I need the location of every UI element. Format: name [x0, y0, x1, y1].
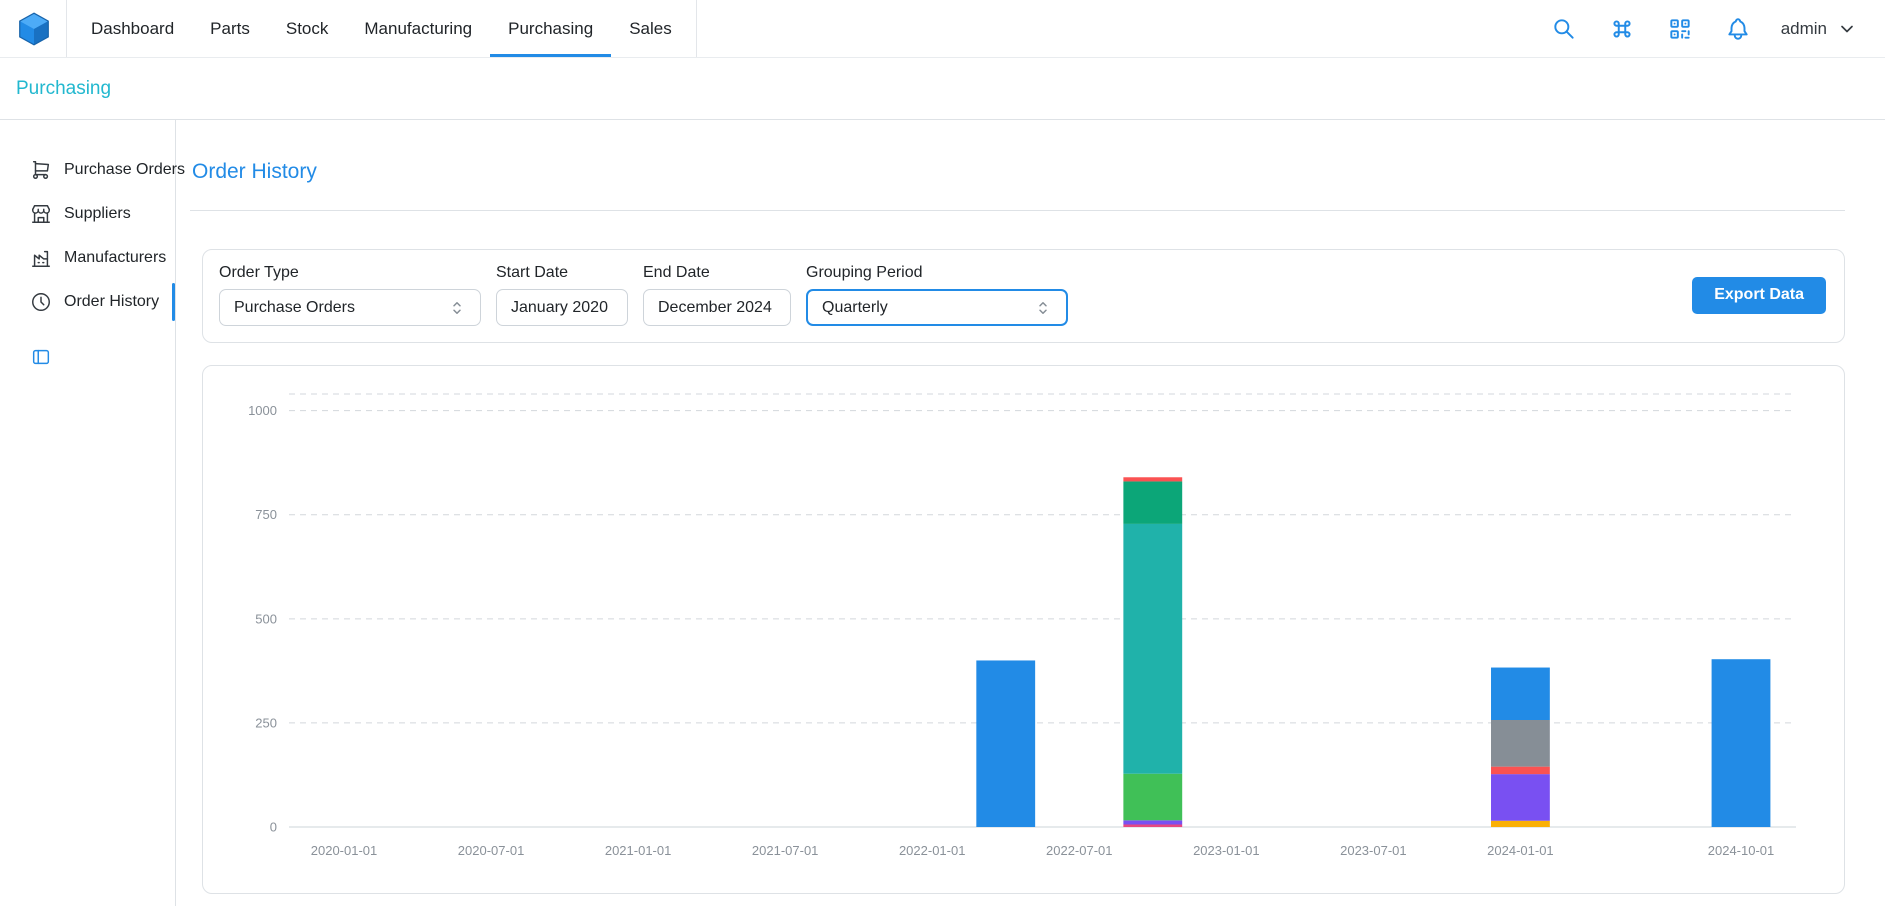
sidebar: Purchase Orders Suppliers Manufacturers: [0, 120, 176, 906]
filter-panel: Order Type Purchase Orders Start Date Ja…: [202, 249, 1845, 343]
bell-icon[interactable]: [1723, 14, 1753, 44]
start-date-value: January 2020: [511, 299, 608, 317]
x-tick-label: 2021-01-01: [605, 843, 672, 858]
y-tick-label: 250: [255, 715, 277, 730]
y-tick-label: 750: [255, 507, 277, 522]
tab-manufacturing[interactable]: Manufacturing: [346, 0, 490, 57]
x-tick-label: 2022-01-01: [899, 843, 966, 858]
bar-segment: [1491, 767, 1550, 774]
sidebar-item-label: Manufacturers: [64, 249, 166, 267]
tab-parts[interactable]: Parts: [192, 0, 268, 57]
order-type-value: Purchase Orders: [234, 299, 355, 317]
bar-segment: [1123, 481, 1182, 523]
sidebar-item-label: Purchase Orders: [64, 161, 185, 179]
command-icon[interactable]: [1607, 14, 1637, 44]
end-date-label: End Date: [643, 264, 791, 282]
x-tick-label: 2022-07-01: [1046, 843, 1113, 858]
sidebar-collapse-icon[interactable]: [30, 346, 54, 370]
tab-dashboard[interactable]: Dashboard: [73, 0, 192, 57]
sidebar-item-manufacturers[interactable]: Manufacturers: [0, 236, 175, 280]
main-nav-tabs: Dashboard Parts Stock Manufacturing Purc…: [66, 0, 697, 57]
tab-sales[interactable]: Sales: [611, 0, 690, 57]
sidebar-item-label: Order History: [64, 293, 159, 311]
history-clock-icon: [30, 291, 52, 313]
factory-icon: [30, 247, 52, 269]
navbar-actions: admin: [1549, 14, 1857, 44]
y-tick-label: 1000: [248, 403, 277, 418]
selector-chevrons-icon: [1034, 299, 1052, 317]
order-type-label: Order Type: [219, 264, 481, 282]
bar-segment: [1123, 477, 1182, 481]
bar-segment: [1123, 774, 1182, 821]
shopping-cart-icon: [30, 159, 52, 181]
grouping-period-select[interactable]: Quarterly: [806, 289, 1068, 326]
end-date-field: End Date December 2024: [643, 264, 791, 326]
bar-segment: [1712, 659, 1771, 827]
end-date-value: December 2024: [658, 299, 772, 317]
export-data-button[interactable]: Export Data: [1692, 277, 1826, 314]
order-type-field: Order Type Purchase Orders: [219, 264, 481, 326]
grouping-period-field: Grouping Period Quarterly: [806, 264, 1068, 326]
start-date-field: Start Date January 2020: [496, 264, 628, 326]
order-history-chart: 0 250 500 750 1000 2020-01-01 2020-07-01 2021-0…: [211, 380, 1828, 885]
order-type-select[interactable]: Purchase Orders: [219, 289, 481, 326]
start-date-label: Start Date: [496, 264, 628, 282]
end-date-input[interactable]: December 2024: [643, 289, 791, 326]
x-tick-label: 2020-07-01: [458, 843, 524, 858]
grouping-period-label: Grouping Period: [806, 264, 1068, 282]
sidebar-item-purchase-orders[interactable]: Purchase Orders: [0, 148, 175, 192]
bar-segment: [1123, 524, 1182, 774]
x-tick-label: 2021-07-01: [752, 843, 819, 858]
sidebar-item-suppliers[interactable]: Suppliers: [0, 192, 175, 236]
top-navbar: Dashboard Parts Stock Manufacturing Purc…: [0, 0, 1885, 58]
breadcrumb-bar: Purchasing: [0, 58, 1885, 120]
main-panel: Order History Order Type Purchase Orders…: [176, 120, 1885, 906]
content: Purchase Orders Suppliers Manufacturers: [0, 120, 1885, 906]
sidebar-item-order-history[interactable]: Order History: [0, 280, 175, 324]
y-tick-label: 0: [270, 820, 277, 835]
x-tick-label: 2024-01-01: [1487, 843, 1554, 858]
grouping-period-value: Quarterly: [822, 299, 888, 317]
breadcrumb-purchasing[interactable]: Purchasing: [16, 78, 111, 100]
chart-area: 0 250 500 750 1000 2020-01-01 2020-07-01 2021-0…: [211, 380, 1828, 885]
chevron-down-icon: [1837, 19, 1857, 39]
chart-panel: 0 250 500 750 1000 2020-01-01 2020-07-01 2021-0…: [202, 365, 1845, 894]
tab-stock[interactable]: Stock: [268, 0, 347, 57]
tab-purchasing[interactable]: Purchasing: [490, 0, 611, 57]
bar-segment: [1491, 720, 1550, 767]
bar-segment: [1491, 821, 1550, 827]
selector-chevrons-icon: [448, 299, 466, 317]
start-date-input[interactable]: January 2020: [496, 289, 628, 326]
user-menu[interactable]: admin: [1781, 19, 1857, 39]
bar-segment: [976, 660, 1035, 827]
qr-code-icon[interactable]: [1665, 14, 1695, 44]
x-tick-label: 2024-10-01: [1708, 843, 1775, 858]
search-icon[interactable]: [1549, 14, 1579, 44]
y-tick-label: 500: [255, 611, 277, 626]
page-title: Order History: [192, 160, 1845, 184]
x-tick-label: 2023-07-01: [1340, 843, 1407, 858]
username: admin: [1781, 19, 1827, 39]
sidebar-item-label: Suppliers: [64, 205, 131, 223]
inventree-logo-icon[interactable]: [14, 9, 54, 49]
title-divider: [190, 210, 1845, 211]
bar-segment: [1491, 668, 1550, 720]
building-store-icon: [30, 203, 52, 225]
bar-segment: [1123, 825, 1182, 827]
bar-segment: [1491, 774, 1550, 821]
x-tick-label: 2020-01-01: [311, 843, 378, 858]
bar-segment: [1123, 820, 1182, 824]
x-tick-label: 2023-01-01: [1193, 843, 1260, 858]
